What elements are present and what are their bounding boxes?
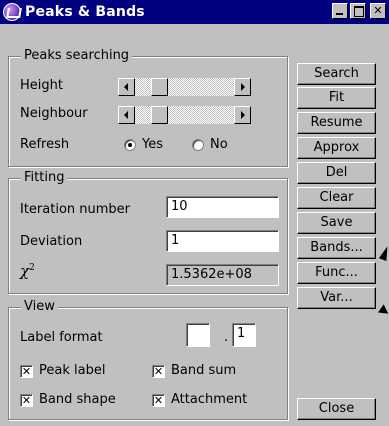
chi-squared-label: χ2 xyxy=(20,262,35,280)
refresh-yes-label[interactable]: Yes xyxy=(142,137,163,152)
app-icon[interactable] xyxy=(3,3,21,21)
close-button[interactable]: Close xyxy=(297,398,376,420)
peak-label-text[interactable]: Peak label xyxy=(39,363,105,378)
bands-button[interactable]: Bands... xyxy=(297,237,376,259)
del-button[interactable]: Del xyxy=(297,162,376,184)
height-label: Height xyxy=(20,78,63,93)
label-format-separator: . xyxy=(224,330,229,345)
deviation-label: Deviation xyxy=(20,234,83,249)
band-shape-checkbox[interactable]: ✕ xyxy=(20,394,33,407)
chi-exponent: 2 xyxy=(29,263,35,273)
maximize-icon[interactable] xyxy=(350,3,366,19)
refresh-no-radio[interactable] xyxy=(192,139,204,151)
resume-button[interactable]: Resume xyxy=(297,112,376,134)
attachment-text[interactable]: Attachment xyxy=(171,392,247,407)
peak-label-checkbox[interactable]: ✕ xyxy=(20,365,33,378)
height-slider-left-arrow[interactable] xyxy=(118,78,135,96)
chi-squared-value: 1.5362e+08 xyxy=(166,264,279,286)
title-bar[interactable]: Peaks & Bands ✕ xyxy=(0,0,389,24)
neighbour-slider-left-arrow[interactable] xyxy=(118,106,135,124)
save-button[interactable]: Save xyxy=(297,212,376,234)
approx-button[interactable]: Approx xyxy=(297,137,376,159)
search-button[interactable]: Search xyxy=(297,63,376,85)
iteration-number-label: Iteration number xyxy=(20,202,131,217)
neighbour-slider-right-arrow[interactable] xyxy=(234,106,251,124)
neighbour-slider[interactable] xyxy=(118,106,251,124)
band-shape-text[interactable]: Band shape xyxy=(39,392,116,407)
clear-button[interactable]: Clear xyxy=(297,187,376,209)
pointer-arrow-icon xyxy=(378,245,389,261)
pointer-arrow-icon xyxy=(377,304,389,318)
refresh-yes-radio[interactable] xyxy=(124,139,136,151)
window-controls: ✕ xyxy=(332,3,386,19)
refresh-no-label[interactable]: No xyxy=(210,137,228,152)
close-icon[interactable]: ✕ xyxy=(370,3,386,19)
chi-symbol: χ xyxy=(20,262,30,280)
label-format-decimal-field[interactable]: 1 xyxy=(232,323,256,347)
height-slider-right-arrow[interactable] xyxy=(234,78,251,96)
fitting-label: Fitting xyxy=(21,170,68,185)
var-button[interactable]: Var... xyxy=(297,287,376,309)
label-format-integer-field[interactable] xyxy=(186,323,210,347)
iteration-number-field[interactable]: 10 xyxy=(166,196,279,218)
neighbour-label: Neighbour xyxy=(20,106,88,121)
neighbour-slider-thumb[interactable] xyxy=(151,106,168,124)
minimize-icon[interactable] xyxy=(332,3,348,19)
view-label: View xyxy=(21,299,58,314)
height-slider-thumb[interactable] xyxy=(151,78,168,96)
label-format-label: Label format xyxy=(20,330,103,345)
window-title: Peaks & Bands xyxy=(25,4,145,20)
band-sum-checkbox[interactable]: ✕ xyxy=(152,365,165,378)
deviation-field[interactable]: 1 xyxy=(166,230,279,252)
attachment-checkbox[interactable]: ✕ xyxy=(152,394,165,407)
refresh-label: Refresh xyxy=(20,137,70,152)
func-button[interactable]: Func... xyxy=(297,262,376,284)
band-sum-text[interactable]: Band sum xyxy=(171,363,236,378)
peaks-searching-label: Peaks searching xyxy=(21,48,133,63)
fit-button[interactable]: Fit xyxy=(297,87,376,109)
height-slider[interactable] xyxy=(118,78,251,96)
